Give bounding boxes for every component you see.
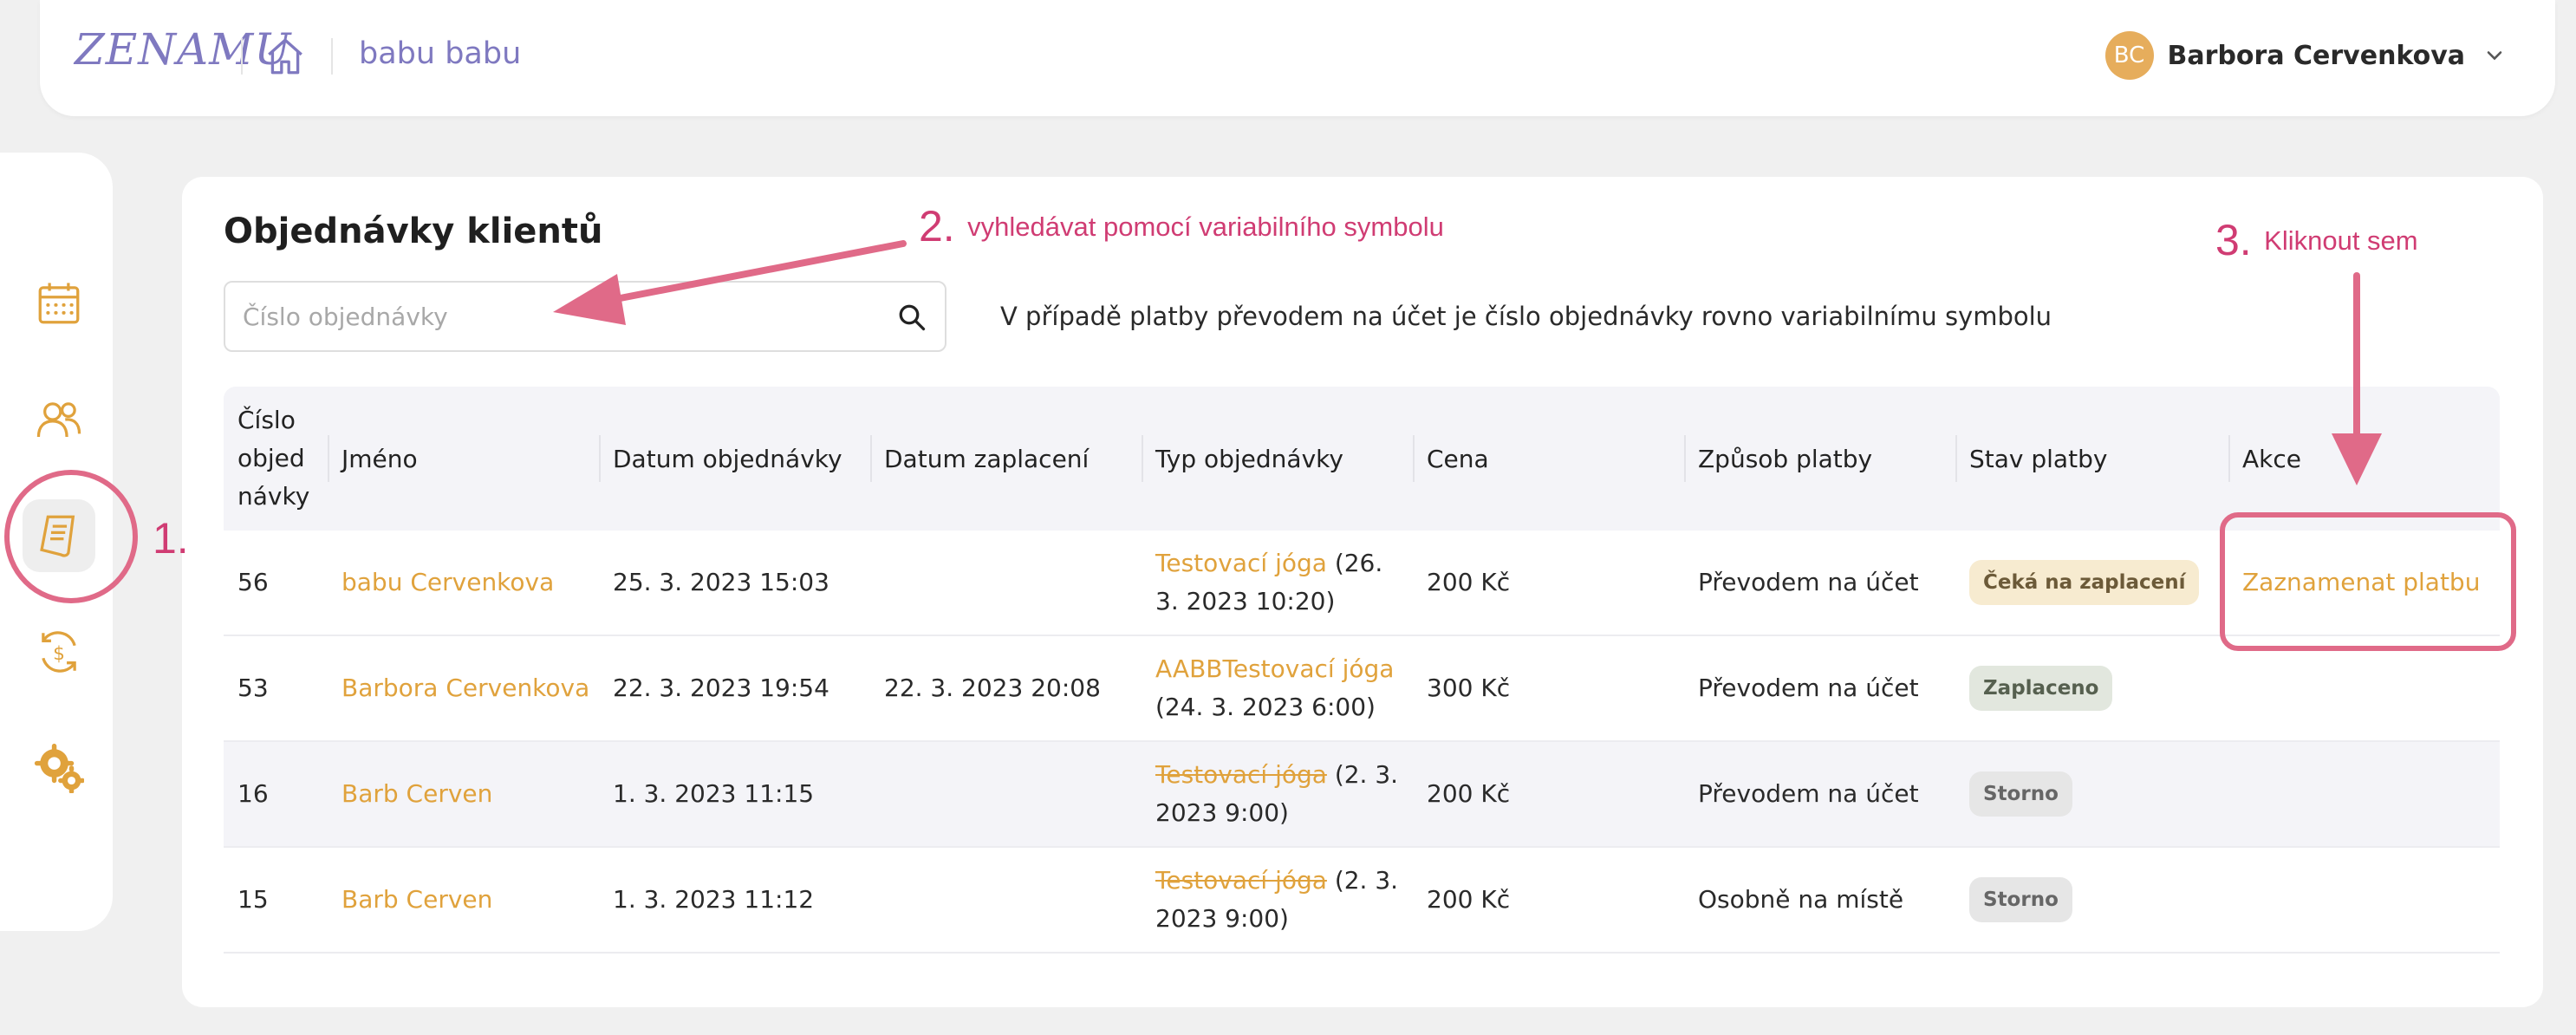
header-order-type[interactable]: Typ objednávky <box>1142 387 1413 531</box>
table-row: 56 babu Cervenkova 25. 3. 2023 15:03 Tes… <box>224 531 2500 636</box>
chevron-down-icon[interactable] <box>2482 43 2507 68</box>
status-badge: Čeká na zaplacení <box>1969 560 2200 605</box>
sidebar-item-calendar[interactable] <box>23 267 95 340</box>
order-type: Testovací jóga (2. 3. 2023 9:00) <box>1142 756 1413 832</box>
order-id: 15 <box>237 885 269 914</box>
avatar: BC <box>2104 31 2154 80</box>
sidebar-item-settings[interactable] <box>23 732 95 804</box>
calendar-icon <box>38 283 80 324</box>
orders-icon <box>40 515 75 557</box>
search-input[interactable] <box>243 283 884 350</box>
client-name-link[interactable]: Barb Cerven <box>342 885 492 914</box>
header-order-date[interactable]: Datum objednávky <box>599 387 870 531</box>
payment-icon: $ <box>42 631 76 673</box>
order-id: 16 <box>237 779 269 808</box>
header-paid-date[interactable]: Datum zaplacení <box>870 387 1142 531</box>
annotation-number-3: 3. <box>2215 216 2252 264</box>
orders-card: Objednávky klientů V případě platby přev… <box>182 177 2543 1007</box>
order-type: AABBTestovací jóga (24. 3. 2023 6:00) <box>1142 650 1413 726</box>
table-row: 15 Barb Cerven 1. 3. 2023 11:12 Testovac… <box>224 848 2500 954</box>
annotation-number-2: 2. <box>919 202 955 251</box>
order-type: Testovací jóga (26. 3. 2023 10:20) <box>1142 544 1413 621</box>
order-date: 22. 3. 2023 19:54 <box>613 674 829 702</box>
table-header: Číslo objed návky Jméno Datum objednávky… <box>224 387 2500 531</box>
sidebar-item-payments[interactable]: $ <box>23 615 95 688</box>
client-name-link[interactable]: Barb Cerven <box>342 779 492 808</box>
status-badge: Storno <box>1969 771 2072 817</box>
user-name: Barbora Cervenkova <box>2167 40 2465 71</box>
header-payment-method[interactable]: Způsob platby <box>1684 387 1955 531</box>
client-name-link[interactable]: Barbora Cervenkova <box>342 674 589 702</box>
table-row: 16 Barb Cerven 1. 3. 2023 11:15 Testovac… <box>224 742 2500 848</box>
annotation-label-3: Kliknout sem <box>2264 225 2418 256</box>
annotation-number-1: 1. <box>153 514 189 563</box>
order-type-link[interactable]: AABBTestovací jóga <box>1155 654 1394 683</box>
settings-icon <box>34 743 84 793</box>
order-type-link[interactable]: Testovací jóga <box>1155 866 1327 895</box>
svg-text:$: $ <box>53 643 65 665</box>
header-name[interactable]: Jméno <box>328 387 599 531</box>
logo[interactable]: ZENAMU <box>75 24 291 75</box>
header-price[interactable]: Cena <box>1413 387 1684 531</box>
order-type-link[interactable]: Testovací jóga <box>1155 760 1327 789</box>
price: 300 Kč <box>1427 674 1511 702</box>
search-icon[interactable] <box>896 302 927 333</box>
sidebar-item-clients[interactable] <box>23 383 95 456</box>
order-type-link[interactable]: Testovací jóga <box>1155 549 1327 577</box>
annotation-2: 2. vyhledávat pomocí variabilního symbol… <box>919 201 1444 251</box>
order-date: 25. 3. 2023 15:03 <box>613 568 829 596</box>
order-type: Testovací jóga (2. 3. 2023 9:00) <box>1142 862 1413 938</box>
order-id: 53 <box>237 674 269 702</box>
workspace-name[interactable]: babu babu <box>359 36 521 71</box>
search-box[interactable] <box>224 281 946 352</box>
orders-table: Číslo objed návky Jméno Datum objednávky… <box>224 387 2500 954</box>
price: 200 Kč <box>1427 779 1511 808</box>
annotation-3: 3. Kliknout sem <box>2215 215 2418 265</box>
payment-method: Osobně na místě <box>1698 885 1904 914</box>
table-row: 53 Barbora Cervenkova 22. 3. 2023 19:54 … <box>224 636 2500 742</box>
payment-method: Převodem na účet <box>1698 779 1919 808</box>
page-title: Objednávky klientů <box>224 212 603 251</box>
status-badge: Storno <box>1969 877 2072 922</box>
order-id: 56 <box>237 568 269 596</box>
paid-date: 22. 3. 2023 20:08 <box>884 674 1101 702</box>
header-divider <box>331 38 333 75</box>
header-divider <box>241 38 243 75</box>
top-header: ZENAMU babu babu BC Barbora Cervenkova <box>40 0 2555 116</box>
price: 200 Kč <box>1427 568 1511 596</box>
order-date: 1. 3. 2023 11:12 <box>613 885 815 914</box>
payment-method: Převodem na účet <box>1698 568 1919 596</box>
sidebar-item-orders[interactable] <box>23 499 95 572</box>
status-badge: Zaplaceno <box>1969 666 2113 711</box>
user-menu[interactable]: BC Barbora Cervenkova <box>2104 29 2507 81</box>
header-payment-status[interactable]: Stav platby <box>1955 387 2228 531</box>
sidebar: $ <box>0 153 113 931</box>
header-order-number[interactable]: Číslo objed návky <box>224 387 328 531</box>
payment-method: Převodem na účet <box>1698 674 1919 702</box>
client-name-link[interactable]: babu Cervenkova <box>342 568 554 596</box>
home-icon[interactable] <box>263 35 307 78</box>
price: 200 Kč <box>1427 885 1511 914</box>
order-date: 1. 3. 2023 11:15 <box>613 779 815 808</box>
order-type-date: (24. 3. 2023 6:00) <box>1155 693 1376 721</box>
users-icon <box>36 402 81 438</box>
search-hint: V případě platby převodem na účet je čís… <box>1000 302 2052 331</box>
header-actions: Akce <box>2228 387 2500 531</box>
annotation-label-2: vyhledávat pomocí variabilního symbolu <box>967 212 1444 242</box>
record-payment-link[interactable]: Zaznamenat platbu <box>2242 568 2480 596</box>
